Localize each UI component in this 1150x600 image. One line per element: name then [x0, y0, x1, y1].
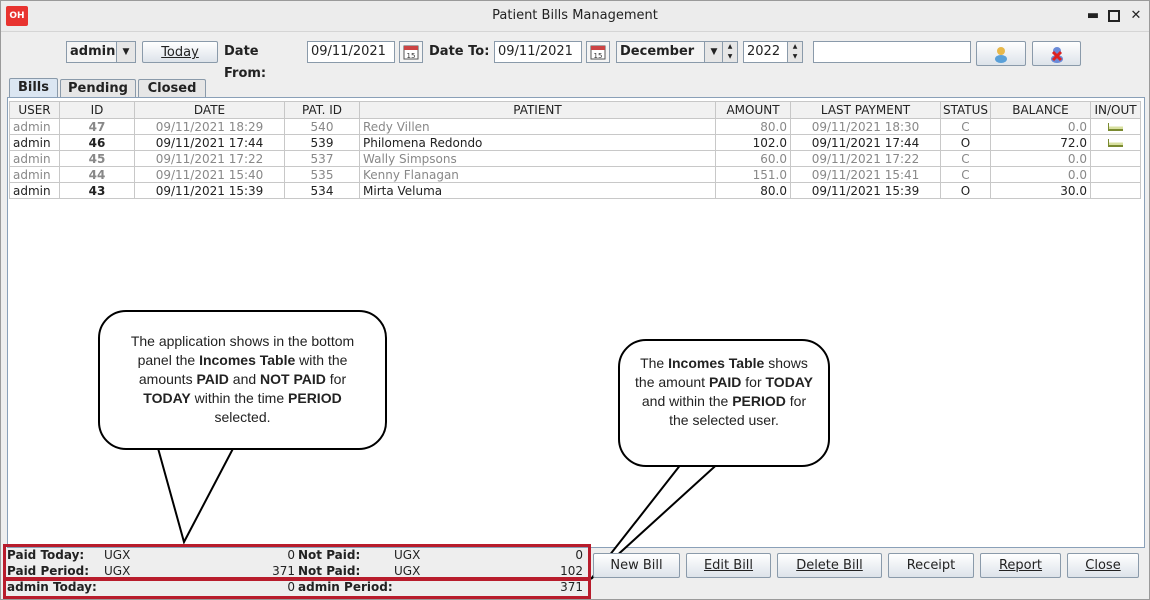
callout-right-bold-3: TODAY: [765, 374, 813, 390]
new-bill-label: New Bill: [610, 558, 663, 573]
callout-left: The application shows in the bottom pane…: [98, 310, 387, 450]
report-label: Report: [998, 558, 1043, 573]
receipt-label: Receipt: [906, 558, 956, 573]
edit-bill-button[interactable]: Edit Bill: [686, 553, 771, 578]
delete-bill-button[interactable]: Delete Bill: [777, 553, 882, 578]
callout-left-text-3: and: [228, 371, 261, 387]
new-bill-button[interactable]: New Bill: [593, 553, 680, 578]
highlight-box-user: [3, 578, 591, 599]
receipt-button[interactable]: Receipt: [888, 553, 974, 578]
callout-left-bold-5: PERIOD: [288, 390, 342, 406]
edit-bill-label: Edit Bill: [703, 558, 754, 573]
highlight-box-totals: [3, 544, 591, 580]
close-label: Close: [1085, 558, 1121, 573]
callout-right-bold-4: PERIOD: [732, 393, 786, 409]
callout-left-text-6: selected.: [214, 409, 271, 425]
callout-tails: [154, 440, 726, 580]
callout-left-bold-1: Incomes Table: [199, 352, 296, 368]
callout-left-bold-3: NOT PAID: [260, 371, 326, 387]
callout-left-bold-2: PAID: [196, 371, 229, 387]
main-window: OH Patient Bills Management ▬ ✕ admin ▼ …: [0, 0, 1150, 600]
callout-right-text-4: and within the: [641, 393, 733, 409]
callout-left-bold-4: TODAY: [143, 390, 191, 406]
callout-right-bold-1: Incomes Table: [668, 355, 765, 371]
callout-left-text-5: within the time: [190, 390, 289, 406]
report-button[interactable]: Report: [980, 553, 1061, 578]
callout-right-text-1: The: [640, 355, 669, 371]
callout-right: The Incomes Table shows the amount PAID …: [618, 339, 830, 467]
close-button[interactable]: Close: [1067, 553, 1139, 578]
delete-bill-label: Delete Bill: [796, 558, 863, 573]
callout-left-text-4: for: [325, 371, 347, 387]
callout-right-text-3: for: [741, 374, 766, 390]
callout-right-bold-2: PAID: [708, 374, 742, 390]
